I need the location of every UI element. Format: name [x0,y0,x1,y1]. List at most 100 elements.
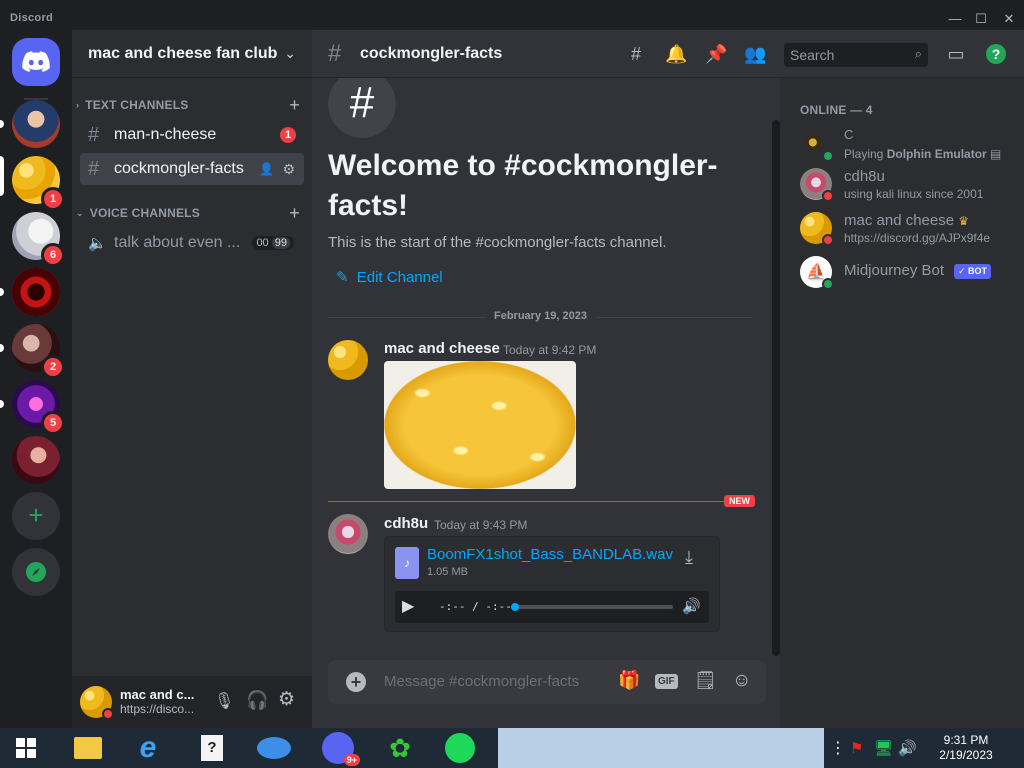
member-item[interactable]: mac and cheese ♛ https://discord.gg/AJPx… [800,208,1024,248]
message-avatar[interactable] [328,340,368,380]
emoji-icon[interactable]: ☺ [732,670,751,692]
voice-user-count: 00 99 [252,236,294,250]
discord-home-icon[interactable] [12,38,60,86]
help-doc-icon[interactable]: ? [184,728,240,768]
date-divider-label: February 19, 2023 [486,310,595,322]
start-button[interactable] [0,728,52,768]
welcome-title: Welcome to #cockmongler- facts! [328,146,718,226]
create-channel-icon[interactable]: + [289,95,300,116]
mention-badge: 1 [280,127,296,143]
active-window-preview[interactable] [498,728,824,768]
clock[interactable]: 9:31 PM 2/19/2023 [930,733,1002,763]
server-icon-4[interactable] [12,268,60,316]
voice-channels-category[interactable]: ⌄ VOICE CHANNELS + [76,203,300,223]
file-name-link[interactable]: BoomFX1shot_Bass_BANDLAB.wav [427,546,673,563]
explore-servers-icon[interactable] [12,548,60,596]
invite-icon[interactable]: 👤 [259,162,274,176]
volume-icon[interactable]: 🔊 [898,739,917,757]
message-input[interactable]: Message #cockmongler-facts [384,673,579,690]
notes-app-icon[interactable] [432,728,488,768]
category-label: VOICE CHANNELS [89,206,200,220]
unread-pill [0,288,4,296]
app-title: Discord [10,12,54,24]
message-composer[interactable]: + Message #cockmongler-facts 🎁 GIF 🗒 ☺ [328,660,766,704]
pencil-icon: ✎ [336,269,349,286]
member-name-with-crown: mac and cheese ♛ [844,212,969,229]
server-badge: 5 [41,411,65,435]
member-name: mac and cheese [844,212,955,229]
member-item[interactable]: C Playing Dolphin Emulator ▤ [800,124,1024,164]
server-icon-1[interactable] [12,100,60,148]
member-item[interactable]: ⛵ Midjourney Bot ✓ BOT [800,252,1024,292]
download-icon[interactable]: ⤓ [685,547,693,568]
icq-icon[interactable]: ✿ [372,728,428,768]
audio-progress-track[interactable] [511,603,673,611]
message-avatar[interactable] [328,514,368,554]
message-author[interactable]: cdh8u [384,515,428,532]
internet-explorer-icon[interactable]: e [120,728,176,768]
chat-header: # cockmongler-facts # 🔔 📌 👥 Search ⌕ ▭ ? [312,30,1024,78]
show-hidden-icons[interactable]: ⋮ [830,738,846,758]
audio-attachment: ♪ BoomFX1shot_Bass_BANDLAB.wav 1.05 MB ⤓… [384,536,720,632]
add-server-icon[interactable]: + [12,492,60,540]
threads-icon[interactable]: # [625,44,647,66]
member-item[interactable]: cdh8u using kali linux since 2001 [800,164,1024,204]
voice-count-a: 00 [256,237,269,249]
sticker-icon[interactable]: 🗒 [694,670,717,691]
avatar[interactable] [80,686,114,720]
volume-icon[interactable]: 🔊 [682,597,701,615]
mute-mic-icon[interactable]: 🎙 [214,691,234,711]
channel-label: man-n-cheese [114,126,217,143]
hash-icon: # [88,157,100,180]
members-icon[interactable]: 👥 [744,44,766,66]
new-messages-divider [328,501,752,502]
gear-icon[interactable]: ⚙ [282,161,295,178]
close-icon[interactable]: ✕ [996,10,1022,28]
dnd-status-icon [102,708,114,720]
gift-icon[interactable]: 🎁 [618,670,640,691]
network-icon[interactable]: 🖥 [874,739,893,757]
clock-date: 2/19/2023 [939,748,993,762]
file-explorer-icon[interactable] [60,728,116,768]
search-placeholder: Search [790,47,835,63]
paint-icon[interactable] [246,728,302,768]
channel-title: cockmongler-facts [360,45,503,62]
headphones-icon[interactable]: 🎧 [246,690,268,711]
server-badge: 6 [41,243,65,267]
help-icon[interactable]: ? [986,44,1006,64]
pin-icon[interactable]: 📌 [705,44,727,66]
gif-icon[interactable]: GIF [655,674,678,689]
mac-and-cheese-image[interactable] [384,361,576,489]
voice-channel[interactable]: 🔈 talk about even ... 00 99 [80,227,304,259]
server-icon-7[interactable] [12,436,60,484]
crown-icon: ♛ [958,214,970,228]
audio-progress-knob[interactable] [511,603,519,611]
message-author[interactable]: mac and cheese [384,340,500,357]
welcome-title-line2: facts! [328,189,409,222]
discord-notification-badge: 9+ [343,754,360,766]
dnd-status-icon [822,234,834,246]
message-timestamp: Today at 9:42 PM [503,343,597,357]
play-icon[interactable]: ▶ [402,596,414,616]
channel-man-n-cheese[interactable]: # man-n-cheese 1 [80,119,304,151]
maximize-icon[interactable]: ☐ [968,10,994,28]
search-input[interactable]: Search ⌕ [784,43,928,67]
category-label: TEXT CHANNELS [85,98,189,112]
member-name: Midjourney Bot [844,262,945,279]
title-bar: Discord — ☐ ✕ [0,0,1024,30]
minimize-icon[interactable]: — [942,10,968,28]
bell-icon[interactable]: 🔔 [665,44,687,66]
discord-taskbar-icon[interactable]: 9+ [310,728,366,768]
add-attachment-icon[interactable]: + [346,672,366,692]
gear-icon[interactable]: ⚙ [278,688,295,711]
flag-icon[interactable]: ⚑ [850,739,863,757]
guild-header[interactable]: mac and cheese fan club ⌄ [72,30,312,78]
create-channel-icon[interactable]: + [289,203,300,224]
edit-channel-link[interactable]: ✎ Edit Channel [336,268,443,286]
chat-scrollbar[interactable] [772,120,780,656]
unread-pill [0,120,4,128]
guild-name: mac and cheese fan club [88,44,278,62]
channel-cockmongler-facts[interactable]: # cockmongler-facts 👤 ⚙ [80,153,304,185]
inbox-icon[interactable]: ▭ [945,44,967,66]
text-channels-category[interactable]: › TEXT CHANNELS + [76,95,300,115]
